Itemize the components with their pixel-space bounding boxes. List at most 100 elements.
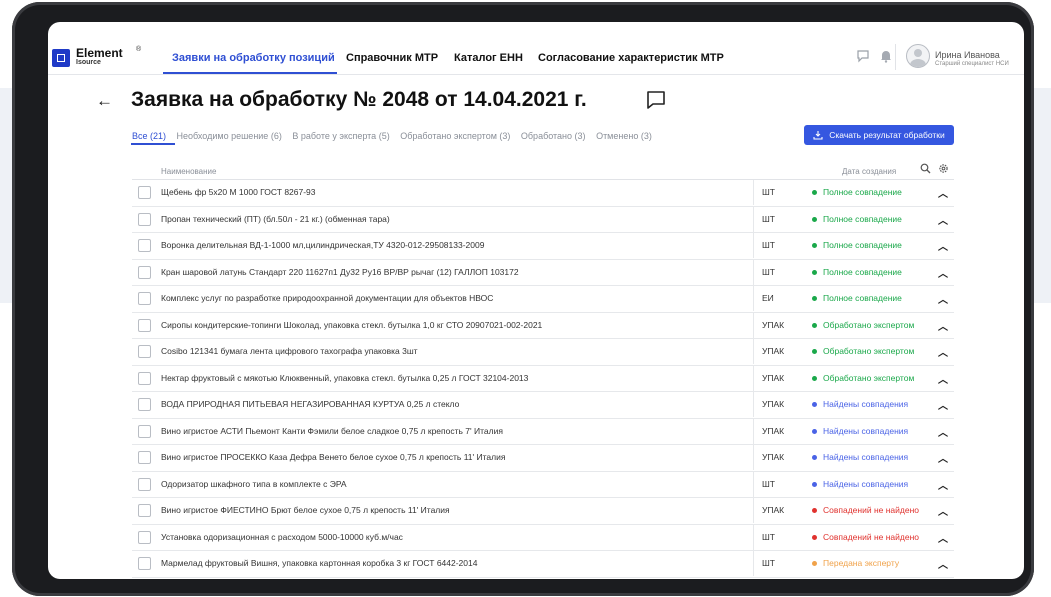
table-row[interactable]: Вино игристое АСТИ Пьемонт Канти Фэмили …: [132, 418, 954, 445]
status-dot-icon: [812, 190, 817, 195]
row-checkbox[interactable]: [138, 265, 151, 279]
table-row[interactable]: Cosibo 121341 бумага лента цифрового тах…: [132, 339, 954, 366]
row-status: Передана эксперту: [823, 558, 900, 568]
row-status: Совпадений не найдено: [823, 531, 920, 542]
logo-name: Element: [76, 46, 123, 60]
filter-in-expert-work[interactable]: В работе у эксперта (5): [292, 131, 389, 141]
row-status: Полное совпадение: [823, 187, 902, 197]
chevron-up-icon[interactable]: ︿: [938, 371, 948, 386]
nav-tab-requests[interactable]: Заявки на обработку позиций: [172, 52, 335, 64]
status-dot-icon: [812, 296, 817, 301]
status-dot-icon: [812, 349, 817, 354]
column-header-name: Наименование: [161, 167, 217, 176]
logo-mark-icon: [52, 49, 70, 67]
chevron-up-icon[interactable]: ︿: [938, 265, 948, 280]
settings-gear-icon[interactable]: [938, 163, 949, 174]
status-dot-icon: [812, 455, 817, 460]
table-row[interactable]: Комплекс услуг по разработке природоохра…: [132, 286, 954, 313]
table-row[interactable]: Вино игристое ПРОСЕККО Каза Дефра Венето…: [132, 445, 954, 472]
row-status: Полное совпадение: [823, 266, 902, 277]
filter-all[interactable]: Все (21): [132, 131, 166, 141]
chevron-up-icon[interactable]: ︿: [938, 291, 948, 306]
logo-registered-mark: ®: [136, 46, 142, 53]
row-checkbox[interactable]: [138, 504, 151, 517]
row-item-name: Вино игристое АСТИ Пьемонт Канти Фэмили …: [161, 425, 503, 436]
chevron-up-icon[interactable]: ︿: [938, 238, 948, 253]
column-header-date[interactable]: Дата создания: [842, 167, 896, 176]
back-arrow-icon[interactable]: ←: [96, 91, 113, 111]
chevron-up-icon[interactable]: ︿: [938, 530, 948, 545]
table-row[interactable]: Мармелад фруктовый Вишня, упаковка карто…: [132, 551, 954, 578]
column-divider: [753, 365, 754, 391]
notification-bell-icon[interactable]: [879, 49, 893, 63]
chevron-up-icon[interactable]: ︿: [938, 424, 948, 439]
row-checkbox[interactable]: [138, 371, 151, 385]
row-unit: ШТ: [762, 478, 775, 489]
row-checkbox[interactable]: [138, 398, 151, 411]
chevron-up-icon[interactable]: ︿: [938, 556, 948, 571]
table-row[interactable]: Вино игристое ФИЕСТИНО Брют белое сухое …: [132, 498, 954, 525]
table-row[interactable]: Установка одоризационная с расходом 5000…: [132, 524, 954, 551]
status-dot-icon: [812, 322, 817, 328]
row-checkbox[interactable]: [138, 557, 151, 570]
row-item-name: Пропан технический (ПТ) (бл.50л - 21 кг.…: [161, 213, 390, 224]
row-item-name: Щебень фр 5х20 М 1000 ГОСТ 8267-93: [161, 187, 316, 197]
app-logo[interactable]: Element Isource ®: [52, 46, 141, 68]
row-item-name: Воронка делительная ВД-1-1000 мл,цилиндр…: [161, 240, 485, 250]
chevron-up-icon[interactable]: ︿: [938, 212, 948, 227]
download-result-button[interactable]: Скачать результат обработки: [804, 125, 954, 145]
search-icon[interactable]: [920, 163, 931, 174]
chat-icon[interactable]: [856, 49, 870, 63]
row-item-name: Сиропы кондитерские-топинги Шоколад, упа…: [161, 319, 543, 330]
row-checkbox[interactable]: [138, 186, 151, 199]
row-checkbox[interactable]: [138, 239, 151, 252]
row-status: Обработано экспертом: [823, 372, 915, 383]
column-divider: [753, 312, 754, 338]
chevron-up-icon[interactable]: ︿: [938, 503, 948, 518]
table-row[interactable]: Кран шаровой латунь Стандарт 220 11627п1…: [132, 259, 954, 286]
filter-cancelled[interactable]: Отменено (3): [596, 131, 652, 141]
user-avatar[interactable]: [906, 44, 930, 68]
nav-divider: [895, 44, 896, 70]
row-checkbox[interactable]: [138, 292, 151, 305]
filter-processed[interactable]: Обработано (3): [521, 131, 586, 141]
user-role: Старший специалист НСИ: [935, 61, 1009, 67]
nav-tab-enn-catalog[interactable]: Каталог ЕНН: [454, 52, 523, 64]
table-row[interactable]: Сиропы кондитерские-топинги Шоколад, упа…: [132, 312, 954, 339]
filter-decision-needed[interactable]: Необходимо решение (6): [177, 131, 282, 141]
row-checkbox[interactable]: [138, 424, 151, 438]
nav-tab-mtr-reference[interactable]: Справочник МТР: [346, 52, 438, 64]
row-unit: УПАК: [762, 505, 785, 515]
row-checkbox[interactable]: [138, 318, 151, 332]
column-divider: [753, 551, 754, 576]
chevron-up-icon[interactable]: ︿: [938, 318, 948, 333]
chevron-up-icon[interactable]: ︿: [938, 344, 948, 359]
table-row[interactable]: Пропан технический (ПТ) (бл.50л - 21 кг.…: [132, 206, 954, 233]
row-status: Обработано экспертом: [823, 319, 915, 330]
table-row[interactable]: Воронка делительная ВД-1-1000 мл,цилиндр…: [132, 233, 954, 260]
table-row[interactable]: ВОДА ПРИРОДНАЯ ПИТЬЕВАЯ НЕГАЗИРОВАННАЯ К…: [132, 392, 954, 419]
page-title: Заявка на обработку № 2048 от 14.04.2021…: [131, 88, 587, 111]
table-row[interactable]: Щебень фр 5х20 М 1000 ГОСТ 8267-93 ШТ Полн…: [132, 180, 954, 207]
comment-icon[interactable]: [645, 89, 667, 111]
row-checkbox[interactable]: [138, 345, 151, 358]
row-item-name: ВОДА ПРИРОДНАЯ ПИТЬЕВАЯ НЕГАЗИРОВАННАЯ К…: [161, 399, 460, 409]
row-checkbox[interactable]: [138, 477, 151, 491]
filter-processed-by-expert[interactable]: Обработано экспертом (3): [400, 131, 510, 141]
chevron-up-icon[interactable]: ︿: [938, 450, 948, 465]
table-row[interactable]: Одоризатор шкафного типа в комплекте с Э…: [132, 471, 954, 498]
user-name[interactable]: Ирина Иванова: [935, 50, 1000, 60]
nav-tab-mtr-approval[interactable]: Согласование характеристик МТР: [538, 52, 724, 64]
status-filter-tabs: Все (21) Необходимо решение (6) В работе…: [132, 131, 660, 141]
column-divider: [753, 339, 754, 364]
table-row[interactable]: Нектар фруктовый с мякотью Клюквенный, у…: [132, 365, 954, 392]
row-unit: ЕИ: [762, 293, 774, 303]
row-checkbox[interactable]: [138, 212, 151, 226]
top-navigation: Element Isource ® Заявки на обработку по…: [48, 22, 1024, 75]
row-checkbox[interactable]: [138, 530, 151, 544]
chevron-up-icon[interactable]: ︿: [938, 397, 948, 412]
chevron-up-icon[interactable]: ︿: [938, 185, 948, 200]
chevron-up-icon[interactable]: ︿: [938, 477, 948, 492]
row-checkbox[interactable]: [138, 451, 151, 464]
status-dot-icon: [812, 534, 817, 540]
